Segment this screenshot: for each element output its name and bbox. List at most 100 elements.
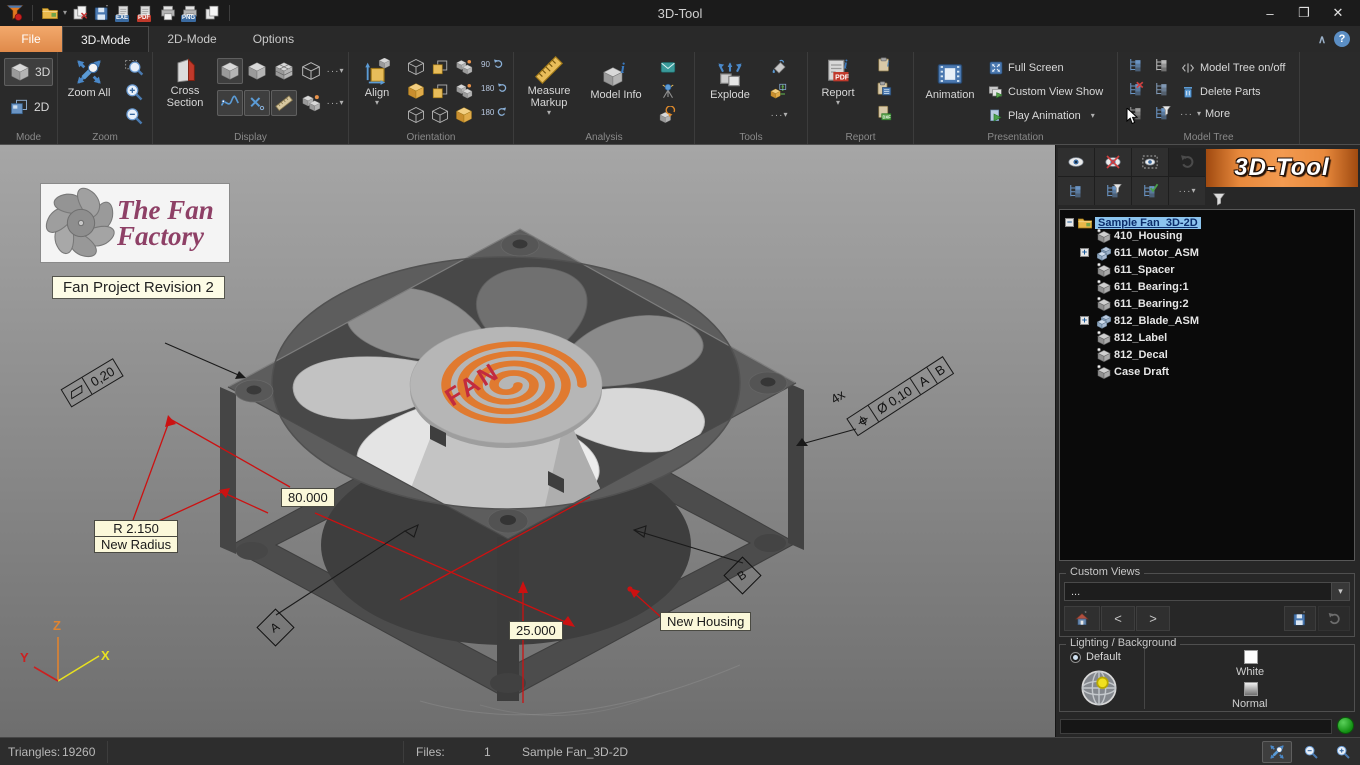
align-button[interactable]: Align: [353, 58, 401, 106]
mode-2d-button[interactable]: 2D: [4, 94, 53, 120]
tree-hide-button[interactable]: [1124, 78, 1148, 100]
lighting-sphere-icon[interactable]: [1078, 667, 1120, 709]
view-iso-button[interactable]: [405, 56, 427, 78]
view-bottom-button[interactable]: [453, 104, 475, 126]
display-dimensions-button[interactable]: [271, 90, 297, 116]
export-png-button[interactable]: PNG: [181, 4, 199, 22]
move-parts-button[interactable]: [767, 80, 791, 102]
tree-filter-button[interactable]: [1095, 177, 1131, 205]
report-list-button[interactable]: [872, 78, 896, 100]
tree-structure-button[interactable]: [1058, 177, 1094, 205]
close-button[interactable]: ✕: [1324, 3, 1352, 23]
delete-parts-button[interactable]: Delete Parts: [1180, 84, 1261, 100]
display-shaded-button[interactable]: [217, 58, 243, 84]
measure-markup-button[interactable]: Measure Markup: [518, 56, 580, 116]
copy-button[interactable]: [203, 4, 221, 22]
statusbar-zoom-in-button[interactable]: [1328, 741, 1358, 763]
tree-row[interactable]: 611_Bearing:1: [1060, 278, 1354, 295]
view-camera1-button[interactable]: [453, 56, 475, 78]
housing-note-label[interactable]: New Housing: [660, 612, 751, 631]
display-more-dropdown[interactable]: ···: [325, 62, 345, 80]
undo-visibility-button[interactable]: [1169, 148, 1205, 176]
rotate-90-button[interactable]: 90: [481, 58, 504, 70]
statusbar-zoom-all-button[interactable]: [1262, 741, 1292, 763]
minimize-button[interactable]: –: [1256, 3, 1284, 23]
tree-row[interactable]: 611_Spacer: [1060, 261, 1354, 278]
viewport-3d[interactable]: FAN: [0, 145, 1055, 737]
tab-options[interactable]: Options: [235, 26, 312, 52]
tree-row[interactable]: + 812_Blade_ASM: [1060, 312, 1354, 329]
report-export-button[interactable]: [872, 102, 896, 124]
show-parts-button[interactable]: [1058, 148, 1094, 176]
animation-button[interactable]: Animation: [920, 60, 980, 101]
close-file-button[interactable]: [71, 4, 89, 22]
zoom-in-select-button[interactable]: [122, 80, 146, 104]
report-info-button[interactable]: [872, 54, 896, 76]
custom-view-show-button[interactable]: Custom View Show: [988, 84, 1103, 100]
mode-3d-button[interactable]: 3D: [4, 58, 53, 86]
dimension-width-label[interactable]: 80.000: [281, 488, 335, 507]
tree-row[interactable]: Case Draft: [1060, 363, 1354, 380]
show-selected-button[interactable]: [1132, 148, 1168, 176]
view-next-button[interactable]: >: [1136, 606, 1170, 631]
report-button[interactable]: Report: [812, 58, 864, 106]
model-tree-onoff-button[interactable]: Model Tree on/off: [1180, 60, 1285, 76]
tree-row[interactable]: 812_Decal: [1060, 346, 1354, 363]
view-back-button[interactable]: [429, 56, 451, 78]
tree-more-dropdown[interactable]: ···: [1169, 177, 1205, 205]
hide-parts-button[interactable]: [1095, 148, 1131, 176]
tree-check-button[interactable]: [1132, 177, 1168, 205]
app-icon[interactable]: [6, 4, 24, 22]
explode-button[interactable]: Explode: [701, 60, 759, 101]
rotate-180b-button[interactable]: 180: [481, 106, 508, 118]
zoom-all-button[interactable]: Zoom All: [60, 58, 118, 99]
maximize-button[interactable]: ❐: [1290, 3, 1318, 23]
display-shaded-edges-button[interactable]: [244, 58, 270, 84]
open-file-button[interactable]: [41, 4, 59, 22]
projection-button[interactable]: [656, 80, 680, 102]
tree-expand-button[interactable]: [1150, 54, 1174, 76]
save-button[interactable]: [93, 4, 111, 22]
view-prev-button[interactable]: <: [1101, 606, 1135, 631]
view-top-button[interactable]: [429, 80, 451, 102]
zoom-out-button[interactable]: [122, 104, 146, 128]
default-lighting-radio[interactable]: Default: [1070, 651, 1121, 663]
statusbar-zoom-out-button[interactable]: [1296, 741, 1326, 763]
open-file-dropdown[interactable]: [63, 10, 67, 16]
display-transparent-button[interactable]: [298, 58, 324, 84]
print-button[interactable]: [159, 4, 177, 22]
tree-row[interactable]: 611_Bearing:2: [1060, 295, 1354, 312]
rotate-180-button[interactable]: 180: [481, 82, 508, 94]
cross-section-button[interactable]: Cross Section: [157, 56, 213, 109]
view-left-button[interactable]: [405, 104, 427, 126]
display-wireframe-button[interactable]: [271, 58, 297, 84]
tab-3d-mode[interactable]: 3D-Mode: [62, 26, 149, 52]
dropdown-arrow-icon[interactable]: ▾: [1331, 583, 1349, 600]
tree-row[interactable]: + 611_Motor_ASM: [1060, 244, 1354, 261]
tree-collapse-button[interactable]: [1150, 78, 1174, 100]
model-tree-more-dropdown[interactable]: ···More: [1180, 108, 1230, 120]
tab-2d-mode[interactable]: 2D-Mode: [149, 26, 234, 52]
full-screen-button[interactable]: Full Screen: [988, 60, 1064, 76]
background-normal-swatch[interactable]: [1244, 682, 1258, 696]
zoom-window-button[interactable]: [122, 56, 146, 80]
display-labels-button[interactable]: [298, 90, 324, 116]
export-pdf-button[interactable]: PDF: [137, 4, 155, 22]
model-info-button[interactable]: Model Info: [584, 60, 648, 101]
view-front-button[interactable]: [405, 80, 427, 102]
help-button[interactable]: ?: [1334, 31, 1350, 47]
export-exe-button[interactable]: EXE: [115, 4, 133, 22]
view-right-button[interactable]: [429, 104, 451, 126]
display-more2-dropdown[interactable]: ···: [325, 94, 345, 112]
view-undo-button[interactable]: [1318, 606, 1350, 631]
display-curves-button[interactable]: [217, 90, 243, 116]
view-home-button[interactable]: [1064, 606, 1100, 631]
play-animation-button[interactable]: Play Animation: [988, 108, 1095, 124]
collapse-ribbon-button[interactable]: ∧: [1318, 33, 1326, 46]
send-view-button[interactable]: [656, 56, 680, 78]
tree-row[interactable]: 812_Label: [1060, 329, 1354, 346]
dimension-height-label[interactable]: 25.000: [509, 621, 563, 640]
radius-label[interactable]: R 2.150 New Radius: [94, 520, 178, 553]
view-camera2-button[interactable]: [453, 80, 475, 102]
tools-more-dropdown[interactable]: ···: [767, 106, 791, 124]
